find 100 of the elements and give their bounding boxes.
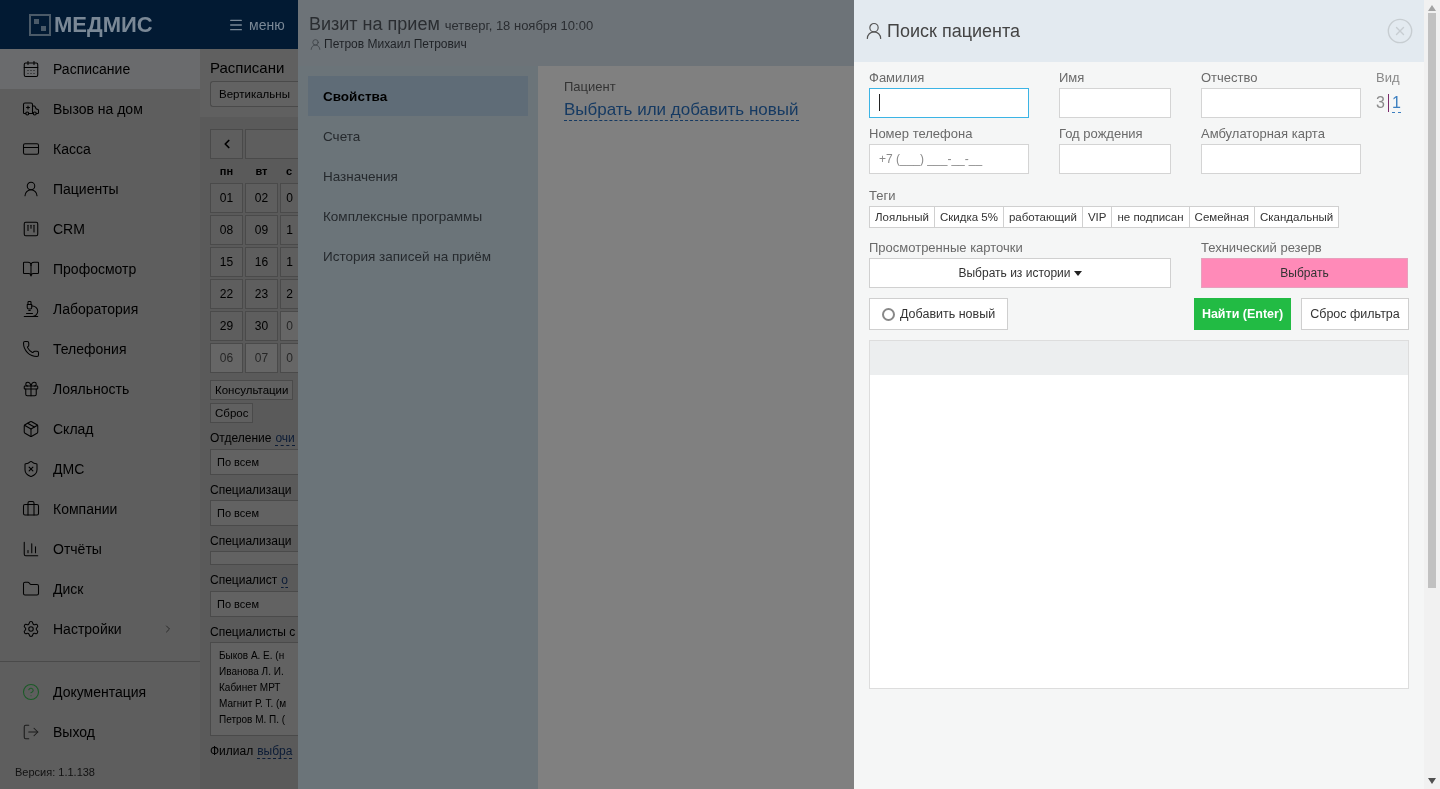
menu-button[interactable]: меню — [200, 16, 285, 33]
nav-item[interactable]: Выход — [0, 712, 200, 752]
filter-label: Отделение — [210, 431, 272, 446]
nav-item[interactable]: Касса — [0, 129, 200, 169]
visit-tab[interactable]: Комплексные программы — [308, 196, 528, 236]
panel-title: Поиск пациента — [887, 20, 1020, 42]
nav-item[interactable]: Настройки — [0, 609, 200, 649]
specialist-item[interactable]: Быков А. Е. (н — [219, 648, 298, 663]
calendar-day[interactable]: 1 — [280, 215, 298, 245]
patient-label: Пациент — [564, 79, 616, 94]
weekday-label: с — [284, 164, 294, 179]
page-title: Расписани — [210, 59, 286, 76]
calendar-day[interactable]: 01 — [210, 183, 243, 213]
nav-item[interactable]: Склад — [0, 409, 200, 449]
nav-item[interactable]: Диск — [0, 569, 200, 609]
nav-item[interactable]: Отчёты — [0, 529, 200, 569]
calendar-day[interactable]: 22 — [210, 279, 243, 309]
visit-tab[interactable]: Счета — [308, 116, 528, 156]
calendar-day[interactable]: 2 — [280, 279, 298, 309]
nav-item[interactable]: Лояльность — [0, 369, 200, 409]
calendar-day[interactable]: 1 — [280, 247, 298, 277]
view-option[interactable]: 1 — [1391, 93, 1401, 113]
calendar-day[interactable]: 0 — [280, 183, 298, 213]
add-new-button[interactable]: Добавить новый — [869, 298, 1009, 330]
field-label: Фамилия — [869, 70, 926, 85]
calendar-day[interactable]: 07 — [245, 343, 278, 373]
history-dropdown[interactable]: Выбрать из истории — [869, 258, 1171, 288]
filter-label: Филиал — [210, 744, 254, 759]
card-icon — [22, 140, 40, 158]
nav-item[interactable]: CRM — [0, 209, 200, 249]
filter-label: Специалисты с — [210, 625, 296, 639]
calendar-day[interactable]: 30 — [245, 311, 278, 341]
filter-button[interactable]: Консультации — [210, 380, 294, 400]
specialist-item[interactable]: Иванова Л. И. — [219, 664, 298, 679]
field-label: Отчество — [1201, 70, 1259, 85]
board-icon — [22, 220, 40, 238]
calendar-day[interactable]: 16 — [245, 247, 278, 277]
nav-item[interactable]: Вызов на дом — [0, 89, 200, 129]
logo-icon — [29, 13, 51, 36]
reset-filter-button[interactable]: Сброс фильтра — [1301, 298, 1409, 330]
input-field[interactable] — [1201, 88, 1361, 118]
select-field[interactable]: По всем — [210, 591, 298, 617]
input-field[interactable] — [869, 88, 1029, 118]
close-button[interactable] — [1386, 17, 1414, 45]
reset-button[interactable]: Сброс — [210, 403, 254, 423]
prev-month-button[interactable] — [210, 129, 243, 159]
scrollbar-thumb[interactable] — [1428, 13, 1436, 588]
nav-item[interactable]: Расписание — [0, 49, 200, 89]
view-button[interactable]: Вертикальны — [210, 81, 298, 107]
phone-icon — [22, 340, 40, 358]
nav-item[interactable]: Пациенты — [0, 169, 200, 209]
tags-label: Теги — [869, 188, 897, 203]
field-label: Амбулаторная карта — [1201, 126, 1326, 141]
nav-item[interactable]: ДМС — [0, 449, 200, 489]
select-button[interactable]: Выбрать — [1201, 258, 1408, 288]
specialist-item[interactable]: Петров М. П. ( — [219, 712, 298, 727]
calendar-day[interactable]: 29 — [210, 311, 243, 341]
logout-icon — [22, 723, 40, 741]
folder-icon — [22, 580, 40, 598]
select-link[interactable]: выбра — [257, 744, 293, 759]
input-field[interactable]: +7 (___) ___-__-__ — [869, 144, 1029, 174]
calendar-day[interactable]: 09 — [245, 215, 278, 245]
field-label: Технический резерв — [1201, 240, 1323, 255]
nav-item[interactable]: Профосмотр — [0, 249, 200, 289]
calendar-day[interactable]: 0 — [280, 343, 298, 373]
calendar-day[interactable]: 0 — [280, 311, 298, 341]
logo[interactable]: МЕДМИС — [0, 11, 200, 38]
specialist-item[interactable]: Магнит Р. Т. (м — [219, 696, 298, 711]
visit-tab[interactable]: Свойства — [308, 76, 528, 116]
filter-label: Специализаци — [210, 483, 292, 497]
visit-date: четверг, 18 ноября 10:00 — [444, 18, 594, 33]
book-icon — [22, 260, 40, 278]
nav-item[interactable]: Лаборатория — [0, 289, 200, 329]
calendar-day[interactable]: 23 — [245, 279, 278, 309]
select-field[interactable] — [210, 551, 298, 565]
weekday-label: пн — [218, 164, 235, 179]
clear-link[interactable]: о — [281, 573, 288, 588]
calendar-day[interactable]: 15 — [210, 247, 243, 277]
view-option[interactable]: 3 — [1376, 94, 1385, 112]
visit-tab[interactable]: История записей на приём — [308, 236, 528, 276]
find-button[interactable]: Найти (Enter) — [1194, 298, 1291, 330]
choose-patient-link[interactable]: Выбрать или добавить новый — [564, 100, 799, 121]
ambulance-icon — [22, 100, 40, 118]
specialist-item[interactable]: Кабинет МРТ — [219, 680, 298, 695]
scrollbar[interactable] — [1424, 0, 1440, 789]
field-label: Номер телефона — [869, 126, 974, 141]
input-field[interactable] — [1059, 144, 1171, 174]
nav-item[interactable]: Документация — [0, 672, 200, 712]
calendar-day[interactable]: 08 — [210, 215, 243, 245]
nav-item[interactable]: Компании — [0, 489, 200, 529]
visit-tab[interactable]: Назначения — [308, 156, 528, 196]
nav-item[interactable]: Телефония — [0, 329, 200, 369]
clear-link[interactable]: очи — [275, 431, 295, 446]
input-field[interactable] — [1059, 88, 1171, 118]
calendar-day[interactable]: 02 — [245, 183, 278, 213]
input-field[interactable] — [1201, 144, 1361, 174]
select-field[interactable]: По всем — [210, 449, 298, 475]
select-field[interactable]: По всем — [210, 500, 298, 526]
field-label: Имя — [1059, 70, 1086, 85]
calendar-day[interactable]: 06 — [210, 343, 243, 373]
